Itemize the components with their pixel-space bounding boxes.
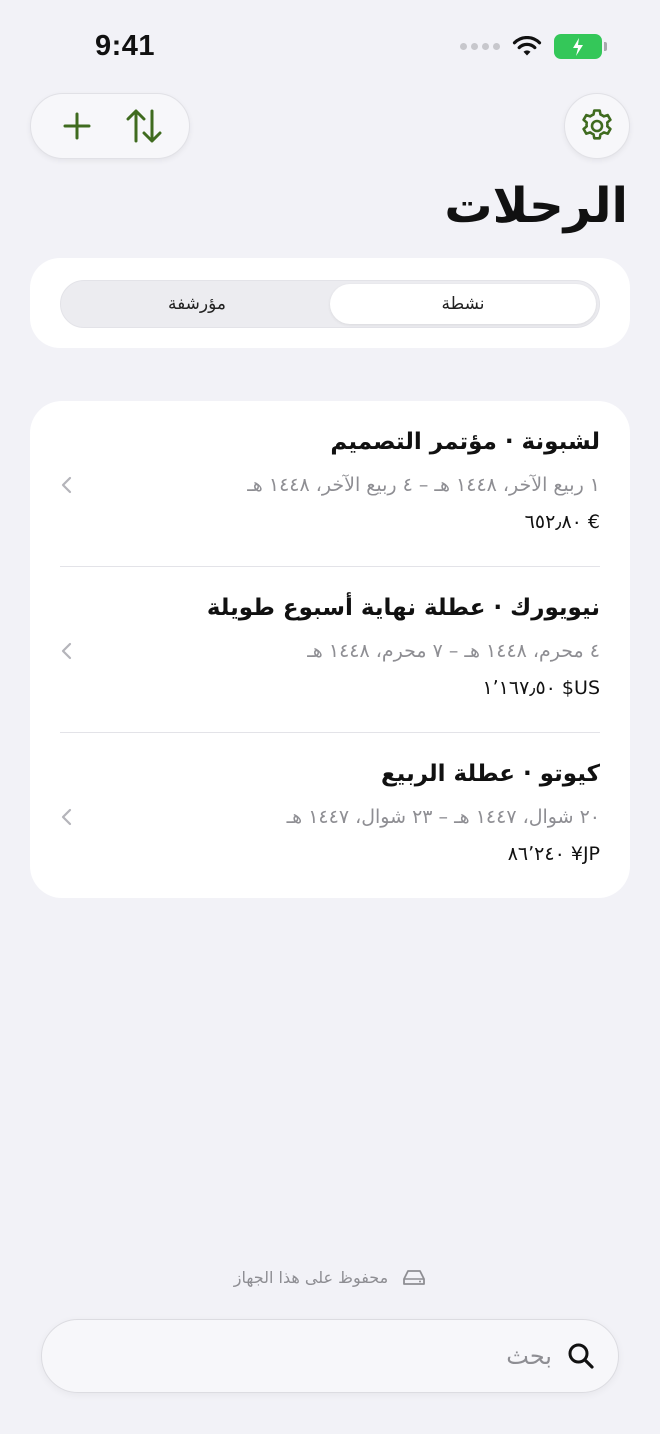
settings-button[interactable] — [564, 93, 630, 159]
trip-title: كيوتو · عطلة الربيع — [380, 761, 600, 787]
cellular-signal-icon — [460, 43, 500, 50]
wifi-icon — [512, 35, 542, 55]
sort-arrows-icon — [126, 109, 161, 143]
trip-amount: € ٦٥٢٫٨٠ — [524, 511, 600, 533]
toolbar-pill — [30, 93, 190, 159]
trip-dates: ٢٠ شوال، ١٤٤٧ هـ – ٢٣ شوال، ١٤٤٧ هـ — [286, 806, 600, 828]
trip-row[interactable]: لشبونة · مؤتمر التصميم ١ ربيع الآخر، ١٤٤… — [60, 401, 600, 567]
tab-active[interactable]: نشطة — [330, 284, 596, 324]
status-time: 9:41 — [95, 30, 156, 62]
trip-amount: US$ ١٬١٦٧٫٥٠ — [482, 677, 600, 699]
tab-archived[interactable]: مؤرشفة — [64, 284, 330, 324]
chevron-left-icon — [61, 476, 72, 494]
trip-dates: ١ ربيع الآخر، ١٤٤٨ هـ – ٤ ربيع الآخر، ١٤… — [247, 474, 600, 496]
chevron-left-icon — [61, 642, 72, 660]
add-trip-button[interactable] — [49, 98, 105, 154]
sort-button[interactable] — [116, 98, 172, 154]
segment-card: نشطة مؤرشفة — [30, 258, 630, 348]
gear-icon — [582, 109, 612, 140]
trip-amount: JP¥ ٨٦٬٢٤٠ — [507, 843, 600, 865]
search-icon — [568, 1343, 594, 1369]
page-title: الرحلات — [444, 178, 628, 234]
battery-charging-icon — [554, 34, 607, 59]
segmented-control: نشطة مؤرشفة — [60, 280, 600, 328]
trips-list: لشبونة · مؤتمر التصميم ١ ربيع الآخر، ١٤٤… — [30, 401, 630, 898]
drive-icon — [403, 1269, 426, 1285]
saved-note-label: محفوظ على هذا الجهاز — [233, 1268, 389, 1287]
search-bar[interactable] — [41, 1319, 619, 1393]
trip-title: نيويورك · عطلة نهاية أسبوع طويلة — [206, 595, 600, 621]
status-icons — [460, 34, 607, 59]
saved-on-device-note: محفوظ على هذا الجهاز — [0, 1268, 660, 1287]
trips-screen: 9:41 الرحلات نشطة مؤرشفة لشبونة · مؤتمر … — [0, 0, 660, 1434]
plus-icon — [63, 112, 90, 140]
trip-row[interactable]: نيويورك · عطلة نهاية أسبوع طويلة ٤ محرم،… — [60, 567, 600, 733]
chevron-left-icon — [61, 808, 72, 826]
trip-row[interactable]: كيوتو · عطلة الربيع ٢٠ شوال، ١٤٤٧ هـ – ٢… — [60, 733, 600, 899]
trip-dates: ٤ محرم، ١٤٤٨ هـ – ٧ محرم، ١٤٤٨ هـ — [307, 640, 600, 662]
trip-title: لشبونة · مؤتمر التصميم — [330, 429, 600, 455]
search-input[interactable] — [64, 1342, 552, 1370]
